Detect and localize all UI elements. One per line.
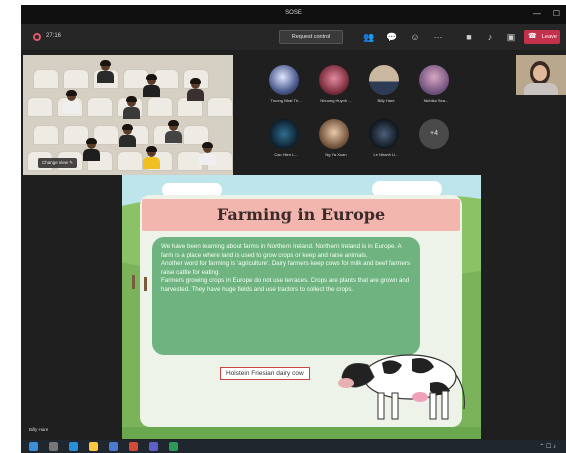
student (143, 146, 160, 169)
taskbar: ⌃ ☐ ♪ (21, 440, 566, 453)
request-control-button[interactable]: Request control (279, 30, 343, 44)
leave-label: Leave (542, 34, 557, 40)
participant-grid: Truong Nhat Th... Nhuong Huynh ... Billy… (261, 65, 471, 170)
title-bar: SOSE — ☐ (21, 5, 566, 24)
change-view-label: Change view (42, 160, 69, 165)
maximize-icon[interactable]: ☐ (553, 9, 560, 18)
recording-icon (33, 33, 41, 41)
shared-slide: Farming in Europe We have been learning … (122, 175, 481, 439)
grass (122, 427, 481, 439)
self-view-video[interactable] (516, 55, 566, 95)
windows-start-icon[interactable] (29, 442, 38, 451)
people-icon[interactable]: 👥 (363, 31, 375, 43)
excel-icon[interactable] (169, 442, 178, 451)
participant-tile[interactable]: Le Nhanh Li... (361, 119, 411, 167)
participant-name: Ng Ya Xuan (325, 152, 347, 157)
change-view-button[interactable]: Change view ✎ (38, 158, 78, 168)
search-icon[interactable] (49, 442, 58, 451)
student (187, 78, 204, 101)
presenter-name: Billy Hare (29, 427, 49, 432)
meeting-toolbar: 27:16 Request control 👥 💬 ☺ ··· ■ ♪ ▣ ☎ … (21, 24, 566, 50)
participant-tile[interactable]: Nichika Sea... (411, 65, 461, 113)
mic-icon[interactable]: ♪ (484, 31, 496, 43)
avatar (269, 119, 299, 149)
slide-paragraph: We have been learning about farms in Nor… (161, 243, 402, 259)
participant-name: Truong Nhat Th... (270, 98, 302, 103)
student (143, 74, 160, 97)
minimize-icon[interactable]: — (533, 9, 541, 18)
participant-tile[interactable]: Truong Nhat Th... (261, 65, 311, 113)
classroom-video[interactable]: Change view ✎ (23, 55, 233, 175)
camera-icon[interactable]: ■ (463, 31, 475, 43)
teams-icon[interactable] (149, 442, 158, 451)
participant-tile[interactable]: Nhuong Huynh ... (311, 65, 361, 113)
window-title: SOSE (285, 10, 302, 16)
student (123, 96, 140, 119)
cow-label: Holstein Friesian dairy cow (220, 367, 310, 380)
avatar (369, 119, 399, 149)
avatar (319, 65, 349, 95)
participant-name: Le Nhanh Li... (373, 152, 399, 157)
chrome-icon[interactable] (129, 442, 138, 451)
share-icon[interactable]: ▣ (505, 31, 517, 43)
participant-name: Cao Hien L... (274, 152, 298, 157)
avatar (369, 65, 399, 95)
avatar (419, 65, 449, 95)
participant-name: Nhuong Huynh ... (320, 98, 352, 103)
edge-icon[interactable] (69, 442, 78, 451)
chat-icon[interactable]: 💬 (386, 31, 398, 43)
phone-icon: ☎ (528, 33, 537, 40)
participant-name: Billy Hare (377, 98, 395, 103)
student (83, 138, 100, 161)
student (199, 142, 216, 165)
participant-name: Nichika Sea... (423, 98, 449, 103)
more-participants-tile[interactable]: +4 (411, 119, 461, 167)
meeting-timer: 27:16 (46, 33, 62, 39)
student (165, 120, 182, 143)
window-controls: — ☐ (533, 9, 560, 18)
slide-paragraph: Farmers growing crops in Europe do not u… (161, 277, 410, 293)
avatar (319, 119, 349, 149)
participant-tile[interactable]: Cao Hien L... (261, 119, 311, 167)
slide-title: Farming in Europe (216, 205, 386, 224)
participant-tile[interactable]: Ng Ya Xuan (311, 119, 361, 167)
store-icon[interactable] (109, 442, 118, 451)
system-tray[interactable]: ⌃ ☐ ♪ (539, 443, 556, 450)
more-icon[interactable]: ··· (432, 31, 444, 43)
participant-tile[interactable]: Billy Hare (361, 65, 411, 113)
student (97, 60, 114, 83)
student (119, 124, 136, 147)
avatar (269, 65, 299, 95)
reactions-icon[interactable]: ☺ (409, 31, 421, 43)
leave-button[interactable]: ☎ Leave (524, 30, 560, 44)
student (63, 90, 80, 113)
slide-paragraph: Another word for farming is 'agriculture… (161, 260, 410, 276)
teams-window: SOSE — ☐ 27:16 Request control 👥 💬 ☺ ···… (21, 5, 566, 453)
more-participants-count: +4 (419, 119, 449, 149)
folder-icon[interactable] (89, 442, 98, 451)
cow-illustration (338, 354, 465, 420)
